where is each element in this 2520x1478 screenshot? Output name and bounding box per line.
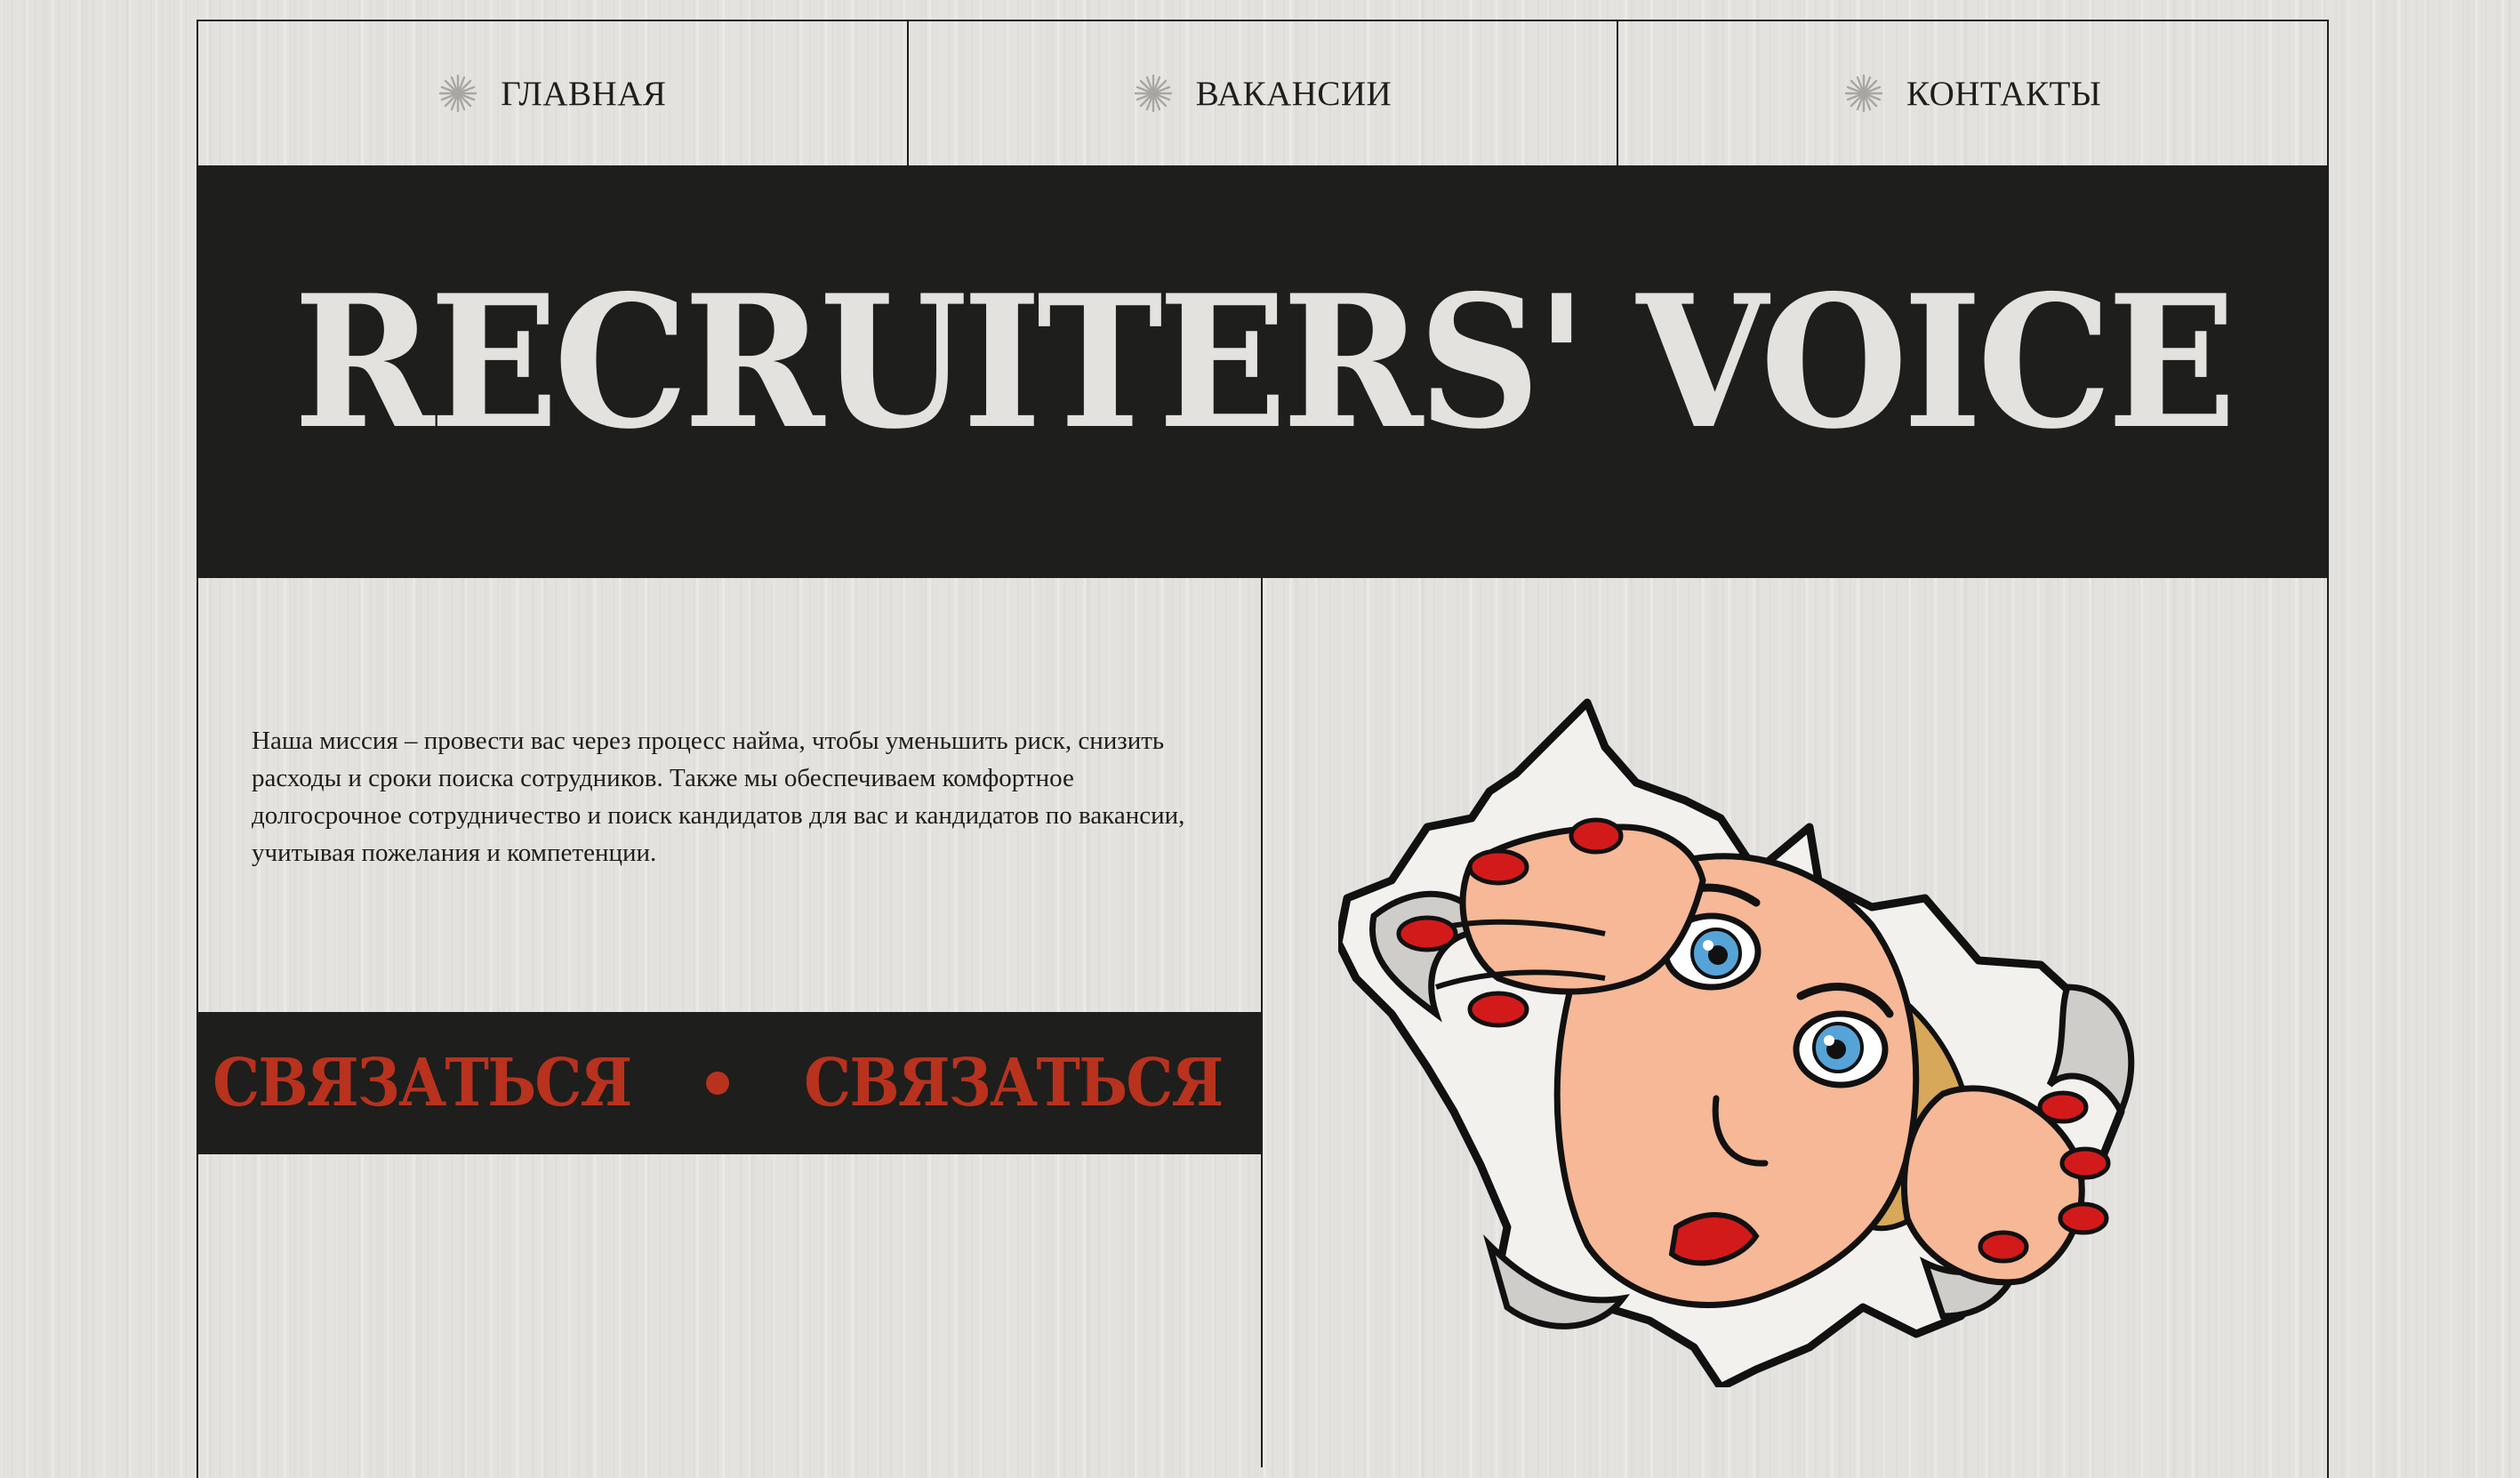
- mission-text: Наша миссия – провести вас через процесс…: [252, 727, 1185, 867]
- nail: [1467, 991, 1529, 1028]
- ticker-word: СВЯЗАТЬСЯ: [213, 1045, 632, 1121]
- star-icon: [439, 74, 478, 113]
- peeking-woman-illustration: [1338, 698, 2135, 1387]
- nail: [2037, 1090, 2089, 1124]
- nail: [1569, 817, 1624, 855]
- nail: [1396, 915, 1458, 952]
- nav-label-home: ГЛАВНАЯ: [501, 74, 667, 113]
- star-icon: [1844, 74, 1883, 113]
- eye-right-highlight: [1824, 1035, 1834, 1046]
- column-divider: [1261, 578, 1263, 1467]
- nav-item-home[interactable]: ГЛАВНАЯ: [198, 21, 909, 165]
- nail: [2059, 1146, 2111, 1180]
- hero-banner: RECRUITERS' VOICE: [197, 165, 2329, 578]
- site-title: RECRUITERS' VOICE: [293, 255, 2236, 470]
- nail: [1467, 848, 1529, 886]
- nav-item-contacts[interactable]: КОНТАКТЫ: [1618, 21, 2327, 165]
- ticker-word: СВЯЗАТЬСЯ: [803, 1045, 1224, 1121]
- nav-item-vacancies[interactable]: ВАКАНСИИ: [909, 21, 1619, 165]
- contact-ticker[interactable]: СВЯЗАТЬСЯ СВЯЗАТЬСЯ СВЯЗАТЬСЯ: [197, 1012, 1261, 1154]
- star-icon: [1134, 74, 1172, 113]
- nail: [1978, 1230, 2029, 1264]
- nav-label-vacancies: ВАКАНСИИ: [1195, 74, 1392, 113]
- nail: [2058, 1201, 2109, 1235]
- ticker-dot: [705, 1072, 729, 1095]
- eye-left-highlight: [1703, 940, 1713, 951]
- nav-label-contacts: КОНТАКТЫ: [1906, 74, 2102, 113]
- top-navigation: ГЛАВНАЯ ВАКАНСИИ КОНТАКТЫ: [197, 20, 2329, 165]
- ticker-track: СВЯЗАТЬСЯ СВЯЗАТЬСЯ СВЯЗАТЬСЯ: [197, 1012, 1261, 1154]
